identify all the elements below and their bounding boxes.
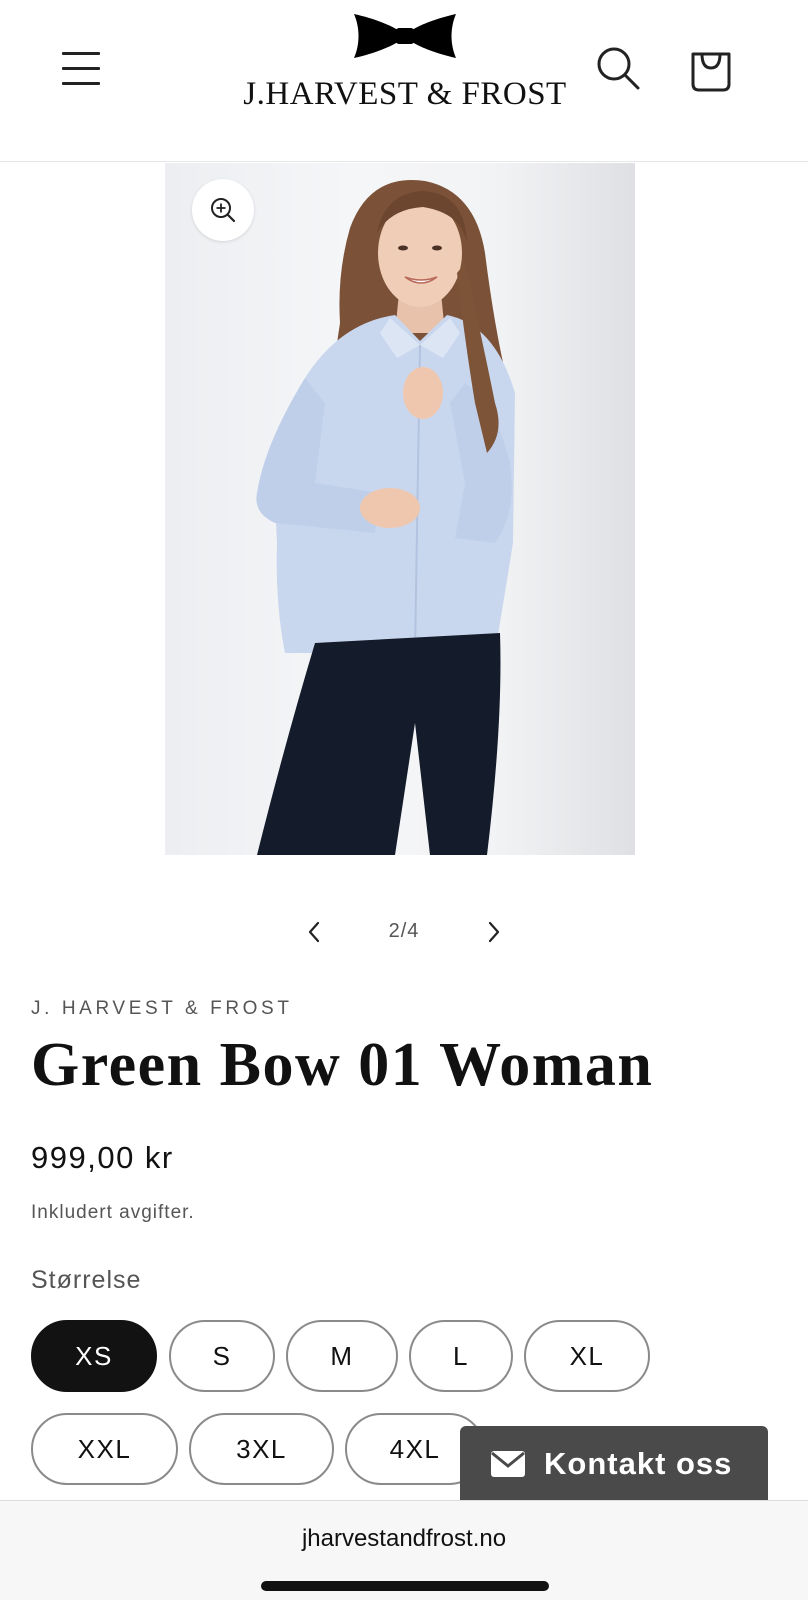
- zoom-in-icon: [211, 198, 236, 223]
- product-vendor: J. HARVEST & FROST: [31, 998, 293, 1019]
- size-option-3xl[interactable]: 3XL: [189, 1413, 334, 1485]
- contact-us-label: Kontakt oss: [544, 1446, 733, 1481]
- size-option-xl[interactable]: XL: [524, 1320, 650, 1392]
- contact-us-button[interactable]: Kontakt oss: [460, 1426, 768, 1502]
- bow-tie-icon: [354, 14, 456, 58]
- tax-note: Inkludert avgifter.: [31, 1202, 195, 1223]
- menu-line: [62, 67, 100, 70]
- chevron-right-icon: [488, 921, 500, 943]
- menu-line: [62, 52, 100, 55]
- home-indicator[interactable]: [261, 1581, 549, 1591]
- product-image[interactable]: [165, 163, 635, 855]
- size-option-xs[interactable]: XS: [31, 1320, 157, 1392]
- site-logo[interactable]: J.HARVEST & FROST: [240, 10, 570, 130]
- size-option-s[interactable]: S: [169, 1320, 275, 1392]
- menu-line: [62, 82, 100, 85]
- slide-counter: 2/4: [388, 920, 420, 942]
- size-label: Størrelse: [31, 1266, 142, 1294]
- logo-wordmark: J.HARVEST & FROST: [243, 76, 567, 112]
- model-photo: [256, 179, 515, 855]
- previous-slide-button[interactable]: [298, 914, 330, 950]
- search-icon[interactable]: [594, 44, 642, 92]
- size-option-l[interactable]: L: [409, 1320, 513, 1392]
- size-option-xxl[interactable]: XXL: [31, 1413, 178, 1485]
- hamburger-menu-icon[interactable]: [58, 48, 104, 88]
- zoom-button[interactable]: [192, 179, 254, 241]
- next-slide-button[interactable]: [478, 914, 510, 950]
- envelope-icon: [491, 1451, 525, 1477]
- product-price: 999,00 kr: [31, 1140, 174, 1175]
- cart-icon[interactable]: [688, 44, 734, 94]
- site-header: J.HARVEST & FROST: [0, 0, 808, 162]
- chevron-left-icon: [308, 921, 320, 943]
- url-text[interactable]: jharvestandfrost.no: [0, 1525, 808, 1553]
- size-option-m[interactable]: M: [286, 1320, 398, 1392]
- product-title: Green Bow 01 Woman: [31, 1031, 654, 1099]
- browser-address-bar[interactable]: jharvestandfrost.no: [0, 1500, 808, 1600]
